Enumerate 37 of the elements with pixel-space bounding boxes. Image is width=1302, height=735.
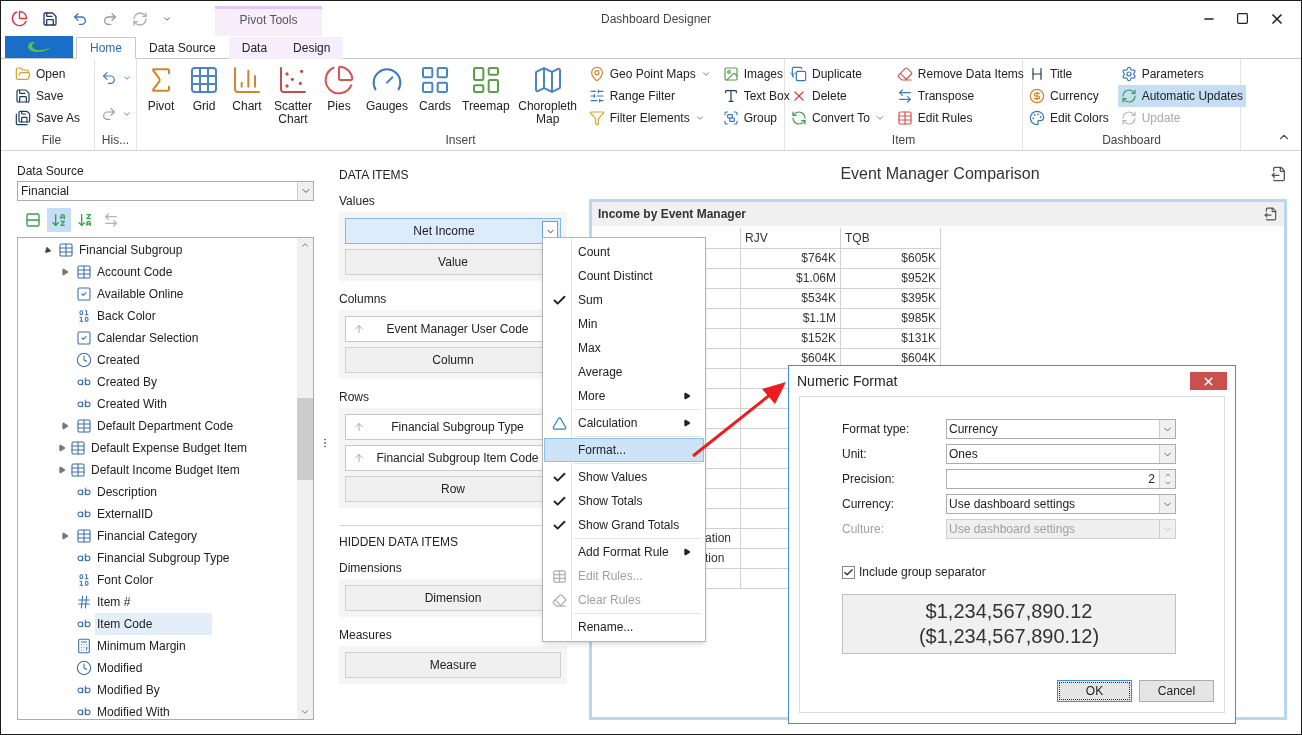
preview-text: $1,234,567,890.12 [925, 599, 1093, 624]
column-header: RJV [740, 228, 841, 248]
field-label: Culture: [842, 521, 886, 538]
column-header: TQB [840, 228, 941, 248]
field-label: Unit: [842, 446, 868, 463]
table-cell: $1.06M [740, 268, 841, 288]
section-label: Rows [339, 389, 369, 405]
group-label: Item [891, 132, 916, 149]
table-cell: $534K [740, 288, 841, 308]
section-label: Dimensions [339, 560, 402, 576]
dialog-title: Numeric Format [797, 372, 899, 391]
field-label: Precision: [842, 471, 896, 488]
panel-title: Income by Event Manager [598, 206, 748, 223]
contextual-tab-header: Pivot Tools [215, 6, 322, 36]
table-cell: $952K [840, 268, 941, 288]
window-title: Dashboard Designer [599, 10, 713, 28]
field-label: Format type: [842, 421, 911, 438]
table-cell: $605K [840, 248, 941, 268]
section-label: Values [339, 193, 375, 209]
group-label: File [41, 132, 62, 149]
table-cell: $131K [840, 328, 941, 348]
section-label: Columns [339, 291, 387, 307]
table-cell: $985K [840, 308, 941, 328]
field-label: Currency: [842, 496, 895, 513]
group-label: His... [101, 132, 130, 149]
section-heading: HIDDEN DATA ITEMS [339, 534, 458, 550]
table-cell: $764K [740, 248, 841, 268]
preview-text: ($1,234,567,890.12) [918, 624, 1100, 649]
table-cell: $395K [840, 288, 941, 308]
section-heading: DATA ITEMS [339, 167, 409, 183]
field-label: Data Source [17, 163, 85, 179]
group-label: Insert [445, 132, 476, 149]
table-cell: $152K [740, 328, 841, 348]
group-label: Dashboard [1102, 132, 1161, 149]
table-cell: $1.1M [740, 308, 841, 328]
section-label: Measures [339, 627, 392, 643]
dashboard-title: Event Manager Comparison [839, 164, 1041, 184]
